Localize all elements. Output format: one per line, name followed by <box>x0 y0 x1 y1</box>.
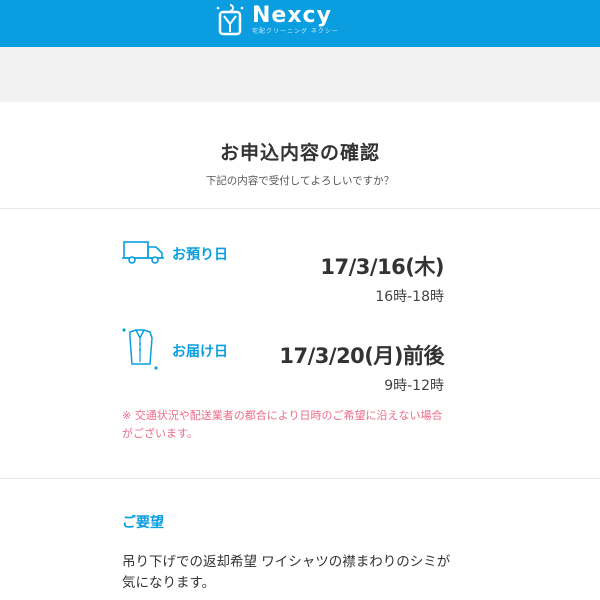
brand-tagline: 宅配クリーニング ネクシー <box>252 28 339 35</box>
request-text: 吊り下げでの返却希望 ワイシャツの襟まわりのシミが気になります。 <box>122 554 451 591</box>
page-title: お申込内容の確認 <box>219 142 380 164</box>
app-header: Nexcy 宅配クリーニング ネクシー <box>0 0 600 47</box>
spacer-band <box>0 47 600 102</box>
brand-name: Nexcy <box>252 3 332 28</box>
delivery-date: 17/3/20(月)前後 <box>279 344 444 368</box>
schedule-section: お預り日 17/3/16(木) 16時-18時 お届け日 17/3/20(月)前… <box>0 209 600 479</box>
delivery-note: ※ 交通状況や配送業者の都合により日時のご希望に沿えない場合がございます。 <box>122 409 443 440</box>
delivery-label-group: お届け日 <box>122 326 228 376</box>
delivery-row: お届け日 17/3/20(月)前後 9時-12時 <box>122 326 444 396</box>
request-label: ご要望 <box>122 515 164 531</box>
brand-logo[interactable]: Nexcy 宅配クリーニング ネクシー <box>214 0 339 40</box>
pickup-date: 17/3/16(木) <box>320 255 444 279</box>
delivery-label: お届け日 <box>172 344 228 360</box>
page-subtitle: 下記の内容で受付してよろしいですか？ <box>205 175 395 187</box>
request-section: ご要望 吊り下げでの返却希望 ワイシャツの襟まわりのシミが気になります。 <box>0 479 600 594</box>
confirmation-card: お申込内容の確認 下記の内容で受付してよろしいですか？ お預り日 17/3/16… <box>0 102 600 600</box>
title-block: お申込内容の確認 下記の内容で受付してよろしいですか？ <box>0 102 600 209</box>
pickup-row: お預り日 17/3/16(木) 16時-18時 <box>122 239 444 309</box>
delivery-time: 9時-12時 <box>384 378 444 394</box>
pickup-time: 16時-18時 <box>375 289 444 305</box>
pickup-label-group: お預り日 <box>122 239 228 269</box>
hanger-logo-icon <box>214 2 246 38</box>
truck-icon <box>122 239 166 269</box>
shirt-icon <box>122 326 166 376</box>
pickup-label: お預り日 <box>172 247 228 263</box>
